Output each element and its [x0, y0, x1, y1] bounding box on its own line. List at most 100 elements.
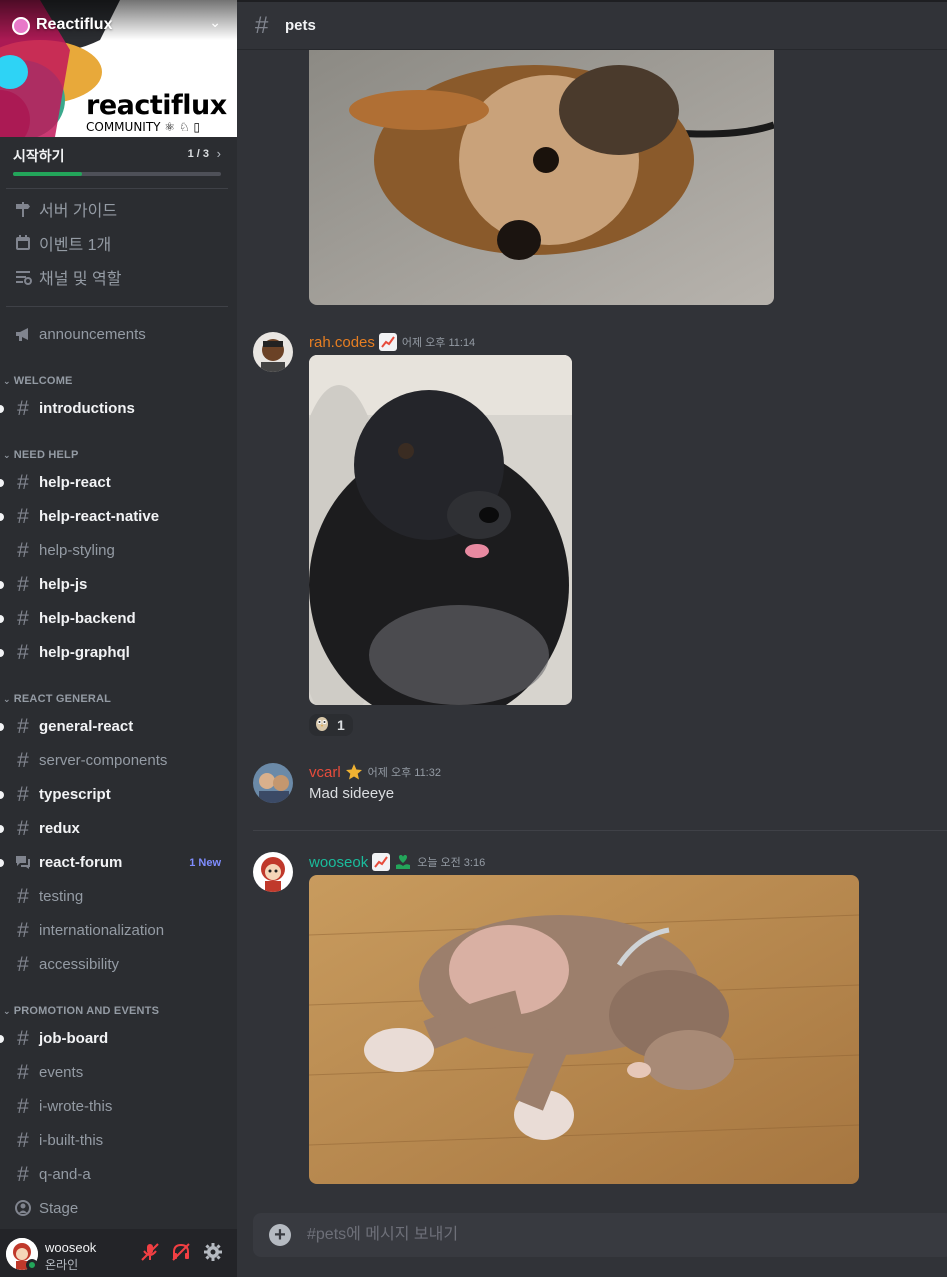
channel-server-components[interactable]: # server-components: [0, 749, 237, 773]
chevron-down-icon: ⌄: [3, 450, 11, 460]
hash-icon: #: [17, 505, 29, 528]
message-content: Mad sideeye: [309, 785, 395, 802]
channel-help-backend[interactable]: # help-backend: [0, 607, 237, 631]
channel-accessibility[interactable]: # accessibility: [0, 953, 237, 977]
chart-up-icon: [372, 853, 391, 871]
user-panel: wooseok 온라인: [0, 1229, 237, 1277]
hash-icon: #: [17, 1061, 29, 1084]
channel-i-wrote-this[interactable]: # i-wrote-this: [0, 1095, 237, 1119]
onboarding-progress[interactable]: 시작하기 1 / 3 ›: [13, 146, 221, 166]
server-banner[interactable]: Reactiflux ⌄ reactiflux COMMUNITY ⚛ ♘ ▯: [0, 0, 237, 137]
channel-redux[interactable]: # redux: [0, 817, 237, 841]
channel-name: help-backend: [39, 610, 136, 627]
onboarding-progress-fill: [13, 172, 82, 176]
chevron-right-icon: ›: [216, 146, 221, 161]
hash-icon: #: [17, 607, 29, 630]
category-welcome[interactable]: ⌄ WELCOME: [3, 375, 73, 387]
channel-help-styling[interactable]: # help-styling: [0, 539, 237, 563]
channel-name: accessibility: [39, 956, 120, 973]
channel-q-and-a[interactable]: # q-and-a: [0, 1163, 237, 1187]
star-icon: [345, 763, 363, 781]
channel-title: pets: [285, 17, 316, 34]
hash-icon: #: [255, 12, 269, 39]
channel-general-react[interactable]: # general-react: [0, 715, 237, 739]
mute-button[interactable]: [138, 1242, 162, 1266]
hash-icon: #: [17, 715, 29, 738]
category-promotion-and-events[interactable]: ⌄ PROMOTION AND EVENTS: [3, 1005, 159, 1017]
server-logo-subtitle: COMMUNITY ⚛ ♘ ▯: [86, 120, 201, 134]
hash-icon: #: [17, 919, 29, 942]
channel-help-graphql[interactable]: # help-graphql: [0, 641, 237, 665]
avatar[interactable]: [253, 852, 293, 892]
message-author[interactable]: wooseok: [309, 854, 368, 871]
channel-name: typescript: [39, 786, 111, 803]
channel-internationalization[interactable]: # internationalization: [0, 919, 237, 943]
user-status: 온라인: [45, 1258, 79, 1272]
add-attachment-button[interactable]: +: [269, 1224, 291, 1246]
hash-icon: #: [17, 783, 29, 806]
reaction-chip[interactable]: 1: [309, 714, 353, 736]
sidebar-item-channels-roles[interactable]: 채널 및 역할: [13, 265, 122, 289]
channel-testing[interactable]: # testing: [0, 885, 237, 909]
category-react-general[interactable]: ⌄ REACT GENERAL: [3, 693, 111, 705]
channel-name: redux: [39, 820, 80, 837]
channel-help-react-native[interactable]: # help-react-native: [0, 505, 237, 529]
sidebar-divider: [6, 306, 228, 307]
message-author[interactable]: rah.codes: [309, 334, 375, 351]
chevron-down-icon: ⌄: [3, 376, 11, 386]
message-header: wooseok 오늘 오전 3:16: [309, 852, 485, 872]
channel-help-js[interactable]: # help-js: [0, 573, 237, 597]
category-need-help[interactable]: ⌄ NEED HELP: [3, 449, 79, 461]
onboarding-progress-bar: [13, 172, 221, 176]
channel-name: i-wrote-this: [39, 1098, 113, 1115]
channel-help-react[interactable]: # help-react: [0, 471, 237, 495]
hash-icon: #: [17, 1095, 29, 1118]
channel-react-forum[interactable]: react-forum 1 New: [0, 851, 237, 875]
channel-typescript[interactable]: # typescript: [0, 783, 237, 807]
channel-stage[interactable]: Stage: [0, 1197, 237, 1221]
channel-name: react-forum: [39, 854, 123, 871]
avatar[interactable]: [253, 763, 293, 803]
hand-heart-icon: [394, 853, 412, 871]
plus-icon: +: [274, 1224, 286, 1246]
hash-icon: #: [17, 885, 29, 908]
chevron-down-icon[interactable]: ⌄: [209, 14, 221, 31]
gear-icon: [203, 1242, 223, 1267]
user-settings-button[interactable]: [201, 1242, 225, 1266]
channel-announcements[interactable]: announcements: [0, 323, 237, 347]
attachment-image[interactable]: [309, 355, 572, 705]
message-input[interactable]: [307, 1213, 907, 1257]
message-header: rah.codes 어제 오후 11:14: [309, 332, 475, 352]
category-title: REACT GENERAL: [13, 693, 112, 705]
channel-job-board[interactable]: # job-board: [0, 1027, 237, 1051]
channel-i-built-this[interactable]: # i-built-this: [0, 1129, 237, 1153]
hash-icon: #: [17, 749, 29, 772]
attachment-image[interactable]: [309, 50, 774, 305]
channel-name: job-board: [39, 1030, 109, 1047]
attachment-image[interactable]: [309, 875, 859, 1184]
sidebar-item-label: 채널 및 역할: [39, 271, 122, 288]
user-name: wooseok: [45, 1240, 97, 1255]
sidebar-item-events[interactable]: 이벤트 1개: [13, 231, 111, 255]
channel-introductions[interactable]: # introductions: [0, 397, 237, 421]
chart-up-icon: [378, 333, 397, 351]
message-author[interactable]: vcarl: [309, 764, 341, 781]
channel-events[interactable]: # events: [0, 1061, 237, 1085]
message-timestamp: 어제 오후 11:14: [401, 337, 476, 349]
avatar[interactable]: [253, 332, 293, 372]
channel-name: q-and-a: [39, 1166, 91, 1183]
channel-header: # pets: [237, 0, 947, 50]
chevron-down-icon: ⌄: [3, 694, 11, 704]
hash-icon: #: [17, 1129, 29, 1152]
online-status-dot: [26, 1259, 38, 1271]
sidebar-item-server-guide[interactable]: 서버 가이드: [13, 197, 117, 221]
new-posts-badge: 1 New: [189, 857, 221, 869]
message-timestamp: 오늘 오전 3:16: [417, 857, 486, 869]
channel-name: help-graphql: [39, 644, 130, 661]
deafen-button[interactable]: [169, 1242, 193, 1266]
channel-name: announcements: [39, 326, 146, 343]
message-timestamp: 어제 오후 11:32: [367, 767, 441, 779]
owl-emoji-icon: [315, 715, 329, 736]
chevron-down-icon: ⌄: [3, 1006, 11, 1016]
channel-name: general-react: [39, 718, 134, 735]
